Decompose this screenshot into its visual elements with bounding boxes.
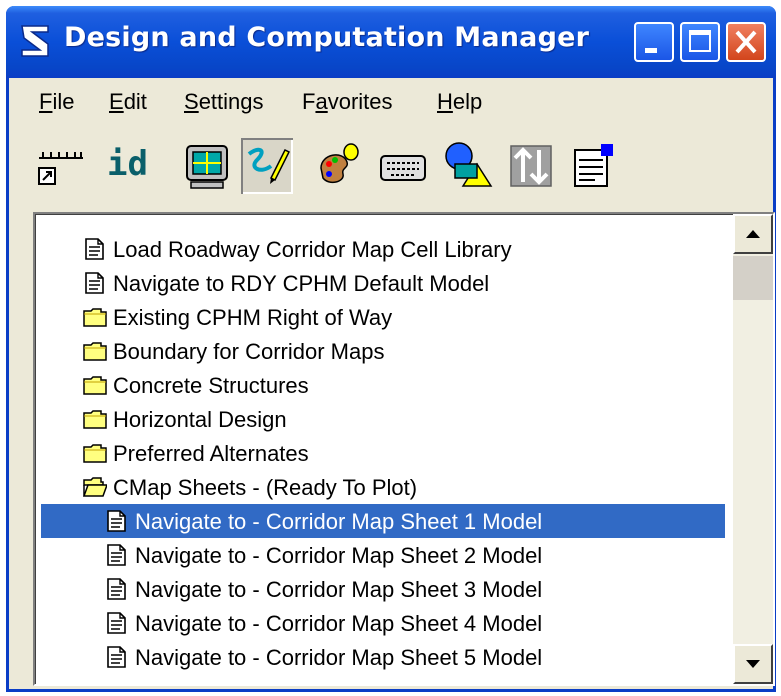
title-bar[interactable]: Design and Computation Manager (6, 6, 776, 78)
menu-file[interactable]: File (39, 89, 74, 115)
list-item-label: Preferred Alternates (113, 441, 309, 466)
id-tool-button[interactable]: id (103, 138, 155, 194)
list-item-label: CMap Sheets - (Ready To Plot) (113, 475, 418, 500)
folder-icon (83, 308, 107, 327)
menu-settings[interactable]: Settings (184, 89, 264, 115)
list-item-label: Load Roadway Corridor Map Cell Library (113, 237, 512, 262)
maximize-icon (689, 30, 711, 52)
minimize-icon (645, 48, 657, 53)
scroll-down-button[interactable] (733, 644, 773, 684)
list-item-label: Existing CPHM Right of Way (113, 305, 393, 330)
minimize-button[interactable] (634, 22, 674, 62)
menu-help[interactable]: Help (437, 89, 482, 115)
vertical-scrollbar[interactable] (733, 214, 773, 684)
folder-icon (83, 410, 107, 429)
list-item-label: Navigate to - Corridor Map Sheet 4 Model (135, 611, 543, 636)
scale-shortcut-icon (38, 152, 83, 185)
folder-icon (83, 444, 107, 463)
arrow-down-icon (746, 660, 760, 668)
document-icon (85, 238, 104, 260)
keyboard-tool-button[interactable] (377, 138, 429, 194)
list-item[interactable]: CMap Sheets - (Ready To Plot) (35, 470, 725, 504)
list-item[interactable]: Boundary for Corridor Maps (35, 334, 725, 368)
document-icon (107, 510, 126, 532)
list-item[interactable]: Horizontal Design (35, 402, 725, 436)
document-icon (107, 646, 126, 668)
list-item-label: Concrete Structures (113, 373, 309, 398)
document-icon (85, 272, 104, 294)
display-tool-button[interactable] (181, 138, 233, 194)
list-item-label: Navigate to - Corridor Map Sheet 3 Model (135, 577, 543, 602)
list-item-label: Horizontal Design (113, 407, 287, 432)
shapes-tool-button[interactable] (441, 138, 493, 194)
list-item-label: Boundary for Corridor Maps (113, 339, 385, 364)
window-title: Design and Computation Manager (64, 22, 590, 53)
scroll-up-button[interactable] (733, 214, 773, 254)
properties-icon (574, 144, 613, 187)
app-logo-icon (21, 25, 49, 57)
list-item[interactable]: Navigate to - Corridor Map Sheet 2 Model (35, 538, 725, 572)
document-icon (107, 612, 126, 634)
document-icon (107, 544, 126, 566)
levels-icon (510, 145, 552, 187)
levels-tool-button[interactable] (505, 138, 557, 194)
close-button[interactable] (726, 22, 766, 62)
maximize-button[interactable] (680, 22, 720, 62)
menu-favorites[interactable]: Favorites (302, 89, 393, 115)
list-item[interactable]: Concrete Structures (35, 368, 725, 402)
list-item[interactable]: Load Roadway Corridor Map Cell Library (35, 232, 725, 266)
list-item[interactable]: Existing CPHM Right of Way (35, 300, 725, 334)
id-icon: id (107, 144, 148, 184)
list-item-label: Navigate to - Corridor Map Sheet 5 Model (135, 645, 543, 670)
toolbar: id (9, 124, 773, 208)
list-item-label: Navigate to - Corridor Map Sheet 1 Model (135, 509, 543, 534)
draw-icon (247, 147, 291, 184)
close-icon (735, 30, 757, 54)
keyboard-icon (380, 155, 426, 181)
dcm-window: Design and Computation Manager File Edit (6, 6, 776, 692)
folder-icon (83, 376, 107, 395)
shapes-icon (445, 142, 493, 187)
list-item-label: Navigate to - Corridor Map Sheet 2 Model (135, 543, 543, 568)
menu-edit[interactable]: Edit (109, 89, 147, 115)
scrollbar-thumb[interactable] (733, 256, 773, 300)
folder-icon (83, 342, 107, 361)
list-item[interactable]: Navigate to - Corridor Map Sheet 1 Model (35, 504, 725, 538)
palette-tool-button[interactable] (313, 138, 365, 194)
menu-tree-list[interactable]: Load Roadway Corridor Map Cell Library Na… (33, 212, 775, 686)
list-item[interactable]: Navigate to RDY CPHM Default Model (35, 266, 725, 300)
list-item[interactable]: Navigate to - Corridor Map Sheet 5 Model (35, 640, 725, 674)
list-item[interactable]: Preferred Alternates (35, 436, 725, 470)
list-item[interactable]: Navigate to - Corridor Map Sheet 3 Model (35, 572, 725, 606)
folder-open-icon (83, 477, 107, 497)
scale-tool-button[interactable] (35, 138, 87, 194)
list-item[interactable]: Navigate to - Corridor Map Sheet 4 Model (35, 606, 725, 640)
document-icon (107, 578, 126, 600)
palette-icon (320, 143, 359, 184)
list-item-label: Navigate to RDY CPHM Default Model (113, 271, 490, 296)
properties-tool-button[interactable] (567, 138, 619, 194)
arrow-up-icon (746, 230, 760, 238)
draw-tool-button[interactable] (241, 138, 293, 194)
display-icon (186, 145, 228, 189)
menu-bar: File Edit Settings Favorites Help (9, 81, 773, 121)
